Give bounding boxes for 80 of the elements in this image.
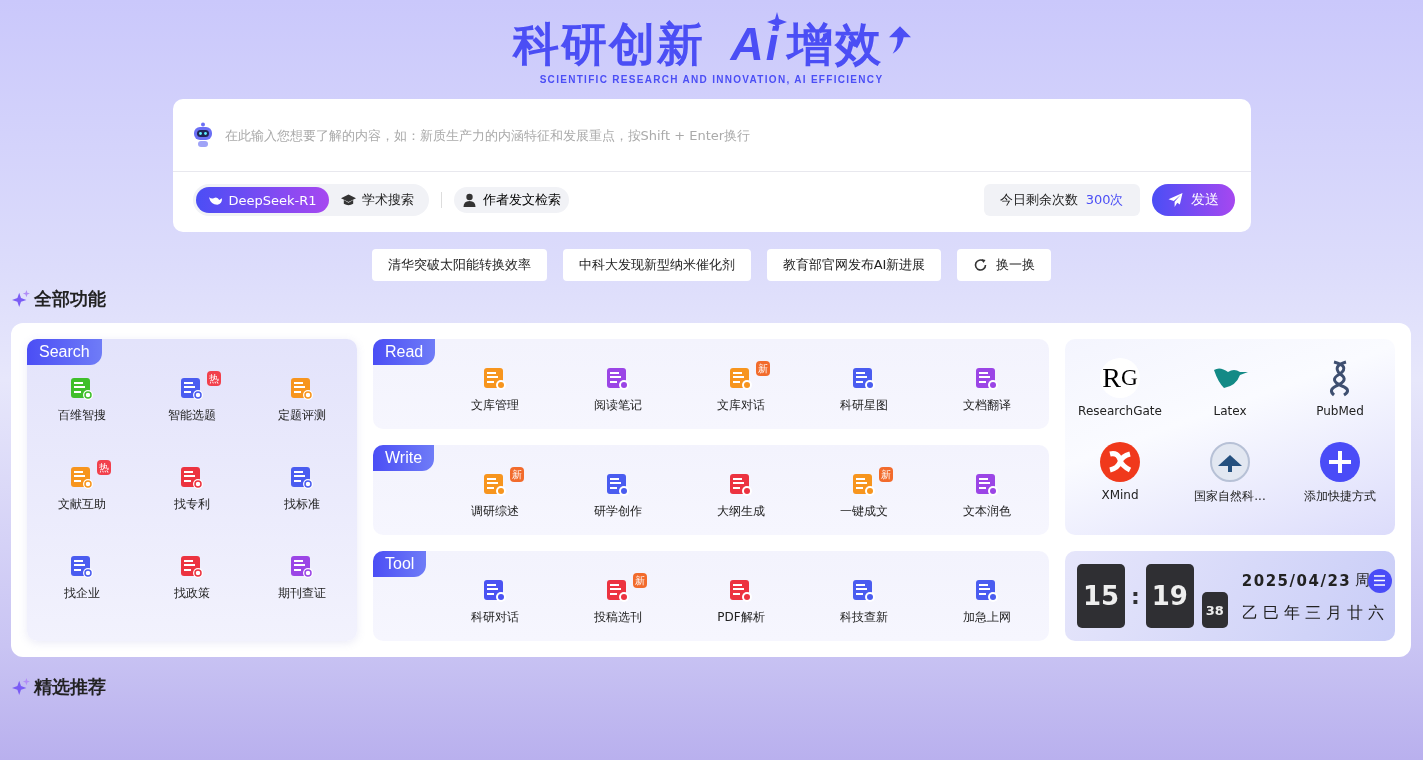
ai-logo-text: Ai: [730, 18, 781, 70]
hero-subtitle: SCIENTIFIC RESEARCH AND INNOVATION, AI EFFICIENCY: [539, 74, 884, 85]
refresh-button[interactable]: 换一换: [957, 249, 1052, 281]
badge: 新: [632, 573, 647, 588]
emblem-icon: [1210, 442, 1250, 482]
feature-item[interactable]: 研学创作: [556, 465, 680, 520]
shortcut-label: 添加快捷方式: [1304, 488, 1376, 505]
shortcut-label: ResearchGate: [1078, 404, 1162, 418]
section-title: 精选推荐: [34, 675, 106, 699]
shortcut-item[interactable]: 添加快捷方式: [1285, 441, 1395, 525]
section-title: 全部功能: [34, 287, 106, 311]
hero-title: 增效: [786, 16, 883, 72]
panel-tag: Tool: [373, 551, 427, 577]
date-text: 2025/04/23: [1241, 571, 1352, 590]
menu-button[interactable]: [1367, 568, 1392, 593]
mode-tab[interactable]: DeepSeek-R1: [195, 187, 329, 213]
quota-label: 今日剩余次数: [999, 191, 1078, 209]
add-icon: [1320, 442, 1360, 482]
feature-item[interactable]: 阅读笔记: [556, 359, 680, 414]
shortcut-label: 国家自然科...: [1194, 488, 1266, 505]
time-separator: :: [1131, 583, 1140, 609]
lunar-date: 乙巳年三月廿六: [1241, 602, 1390, 624]
feature-item[interactable]: 期刊查证: [247, 547, 357, 602]
feature-item[interactable]: 科技查新: [802, 571, 926, 626]
feature-item[interactable]: 文本润色: [925, 465, 1049, 520]
feature-item[interactable]: 找政策: [137, 547, 247, 602]
author-search-button[interactable]: 作者发文检索: [453, 187, 569, 213]
feature-item[interactable]: 找专利: [137, 458, 247, 513]
feature-item[interactable]: 文档翻译: [925, 359, 1049, 414]
panel-tag: Search: [27, 339, 102, 365]
quota-value: 300次: [1085, 191, 1124, 209]
feature-item[interactable]: 文库管理: [433, 359, 557, 414]
shortcut-label: Latex: [1213, 404, 1247, 418]
shortcut-item[interactable]: XMind: [1065, 441, 1175, 525]
feature-item[interactable]: 新 文库对话: [679, 359, 803, 414]
feature-item[interactable]: 新 投稿选刊: [556, 571, 680, 626]
feature-item[interactable]: 热 文献互助: [27, 458, 137, 513]
badge: 热: [207, 371, 221, 386]
feature-item[interactable]: 大纲生成: [679, 465, 803, 520]
feature-item[interactable]: 百维智搜: [27, 369, 137, 424]
feature-item[interactable]: 新 调研综述: [433, 465, 557, 520]
refresh-icon: [973, 258, 989, 272]
panel-tag: Write: [373, 445, 435, 471]
suggestion-chip[interactable]: 教育部官网发布AI新进展: [766, 249, 942, 281]
shortcut-item[interactable]: 国家自然科...: [1175, 441, 1285, 525]
suggestion-chip[interactable]: 清华突破太阳能转换效率: [371, 249, 547, 281]
mode-tab[interactable]: 学术搜索: [328, 187, 426, 213]
feature-item[interactable]: 找标准: [247, 458, 357, 513]
second-digits: 38: [1201, 592, 1228, 628]
minute-digits: 19: [1145, 564, 1194, 628]
feature-item[interactable]: 热 智能选题: [137, 369, 247, 424]
badge: 新: [756, 361, 770, 376]
send-button[interactable]: 发送: [1151, 184, 1235, 216]
feature-item[interactable]: 加急上网: [925, 571, 1049, 626]
feature-item[interactable]: 科研对话: [433, 571, 557, 626]
send-icon: [1167, 193, 1183, 207]
sparkle-icon: [12, 290, 30, 308]
badge: 新: [509, 467, 524, 482]
graduation-cap-icon: [340, 193, 356, 207]
shortcut-label: XMind: [1101, 488, 1139, 502]
menu-icon: [1373, 575, 1387, 586]
shortcut-label: PubMed: [1316, 404, 1364, 418]
feature-item[interactable]: 科研星图: [802, 359, 926, 414]
feature-item[interactable]: 定题评测: [247, 369, 357, 424]
suggestion-chip[interactable]: 中科大发现新型纳米催化剂: [562, 249, 751, 281]
up-arrow-icon: [888, 26, 911, 54]
person-icon: [461, 193, 477, 207]
question-input-field[interactable]: 在此输入您想要了解的内容，如：新质生产力的内涵特征和发展重点，按Shift + Enter换行: [222, 126, 1233, 144]
panel-tag: Read: [373, 339, 436, 365]
shortcut-item[interactable]: PubMed: [1285, 357, 1395, 441]
hero-title: 科研创新: [512, 16, 705, 72]
sparkle-icon: [12, 678, 30, 696]
feature-item[interactable]: PDF解析: [679, 571, 803, 626]
badge: 新: [879, 467, 894, 482]
hour-digits: 15: [1077, 564, 1125, 628]
feature-item[interactable]: 新 一键成文: [802, 465, 926, 520]
weekday-text: 周: [1355, 571, 1372, 590]
badge: 热: [97, 460, 111, 475]
feature-item[interactable]: 找企业: [27, 547, 137, 602]
shortcut-item[interactable]: Latex: [1175, 357, 1285, 441]
